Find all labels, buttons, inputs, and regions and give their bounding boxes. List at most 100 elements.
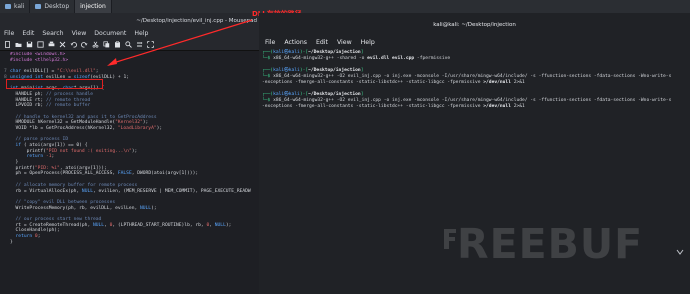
paste-icon[interactable] <box>114 41 121 48</box>
code-token: if <box>10 143 24 148</box>
scroll-down-icon[interactable] <box>676 248 684 256</box>
code-token: ); <box>151 205 157 211</box>
code-token: printf( <box>10 165 35 171</box>
terminal-menu-view[interactable]: View <box>337 39 352 46</box>
code-token: // remote thread <box>45 97 91 103</box>
code-token: CloseHandle(ph); <box>10 228 60 234</box>
terminal-output[interactable]: ┌──(kali㉿kali)-[~/Desktop/injection] └─$ … <box>259 50 690 110</box>
print-icon[interactable] <box>48 41 55 48</box>
editor-toolbar <box>0 39 259 51</box>
terminal-menu-bar: File Actions Edit View Help <box>259 37 690 48</box>
code-token: // allocate memory buffer for remote pro… <box>10 182 138 188</box>
code-token: evilDLL[] = <box>23 69 58 75</box>
code-token: // parse process ID <box>10 137 69 143</box>
code-token: #include <tlhelp32.h> <box>10 57 69 63</box>
taskbar-item-injection[interactable]: injection <box>75 0 112 13</box>
folder-icon <box>5 4 11 9</box>
code-token: return <box>10 154 46 160</box>
code-token: "C:\\evil.dll" <box>57 69 96 75</box>
terminal-token: evil.dll evil.cpp <box>367 56 415 61</box>
code-token: ph = OpenProcess(PROCESS_ALL_ACCESS, <box>10 171 118 177</box>
editor-menu-file[interactable]: File <box>4 30 14 37</box>
code-token: // remote buffer <box>45 103 91 109</box>
code-token: // process handle <box>45 91 93 97</box>
copy-icon[interactable] <box>103 41 110 48</box>
mousepad-window: ~/Desktop/injection/evil_inj.cpp - Mouse… <box>0 13 259 294</box>
taskbar-item-kali[interactable]: kali <box>0 0 31 13</box>
redo-icon[interactable] <box>81 41 88 48</box>
code-line: rb = VirtualAllocEx(ph, NULL, evilLen, (… <box>4 189 259 195</box>
terminal-menu-help[interactable]: Help <box>361 39 375 46</box>
code-token: , atoi(argv[1])); <box>59 165 107 171</box>
save-icon[interactable] <box>26 41 33 48</box>
editor-menu-search[interactable]: Search <box>42 30 63 37</box>
editor-menu-help[interactable]: Help <box>134 30 148 37</box>
find-icon[interactable] <box>125 41 132 48</box>
code-token: NULL <box>92 222 105 228</box>
code-token: // our process start new thread <box>10 216 102 222</box>
terminal-menu-file[interactable]: File <box>265 39 275 46</box>
cut-icon[interactable] <box>92 41 99 48</box>
editor-menu-edit[interactable]: Edit <box>22 30 34 37</box>
code-token: HANDLE ph; <box>10 91 46 97</box>
terminal-token: )-[ <box>299 92 309 97</box>
watermark-text: REEBUF <box>457 220 644 268</box>
editor-menu-bar: File Edit Search View Document Help <box>0 28 259 39</box>
terminal-title: kali@kali: ~/Desktop/injection <box>433 22 516 28</box>
replace-icon[interactable] <box>136 41 143 48</box>
editor-title-bar: ~/Desktop/injection/evil_inj.cpp - Mouse… <box>0 13 259 28</box>
folder-icon <box>35 4 42 9</box>
terminal-menu-actions[interactable]: Actions <box>284 39 307 46</box>
save-as-icon[interactable] <box>37 41 44 48</box>
terminal-token: ] <box>360 68 364 73</box>
code-token: , (LPTHREAD_START_ROUTINE)lb, rb, <box>112 222 207 228</box>
terminal-title-bar: kali@kali: ~/Desktop/injection <box>259 13 690 37</box>
terminal-token: >/dev/null <box>483 80 511 85</box>
terminal-token: ] <box>360 92 364 97</box>
taskbar: kali Desktop injection <box>0 0 690 13</box>
terminal-token: 2>&1 <box>510 104 525 109</box>
code-token: NULL <box>81 188 93 194</box>
code-token: "LoadLibraryA" <box>117 125 157 131</box>
code-token: rt = CreateRemoteThread(ph, <box>10 222 93 228</box>
editor-menu-document[interactable]: Document <box>94 30 126 37</box>
terminal-menu-edit[interactable]: Edit <box>316 39 328 46</box>
code-token: ); <box>225 222 232 228</box>
terminal-token: -fpermissive <box>414 56 451 61</box>
terminal-token: ┌──( <box>262 50 274 55</box>
terminal-token: └─$ <box>262 98 274 103</box>
open-icon[interactable] <box>15 41 22 48</box>
terminal-token: ~/Desktop/injection <box>308 68 361 73</box>
code-token: ; <box>37 234 41 239</box>
code-token: NULL <box>214 222 226 228</box>
taskbar-item-desktop[interactable]: Desktop <box>30 0 76 13</box>
code-token: "PID not found :( exiting...\n" <box>45 148 132 154</box>
code-token: LPVOID rb; <box>10 103 46 109</box>
terminal-token: )-[ <box>299 68 309 73</box>
undo-icon[interactable] <box>70 41 77 48</box>
fullscreen-icon[interactable] <box>147 41 154 48</box>
terminal-token: x86_64-w64-mingw32-g++ -shared -o <box>273 56 368 61</box>
editor-menu-view[interactable]: View <box>72 30 87 37</box>
code-token: , DWORD(atoi(argv[1]))); <box>131 171 199 177</box>
code-token: rb = VirtualAllocEx(ph, <box>10 188 82 194</box>
new-file-icon[interactable] <box>4 41 11 48</box>
terminal-token: -exceptions -fmerge-all-constants -stati… <box>262 80 484 85</box>
code-token: NULL <box>140 205 152 211</box>
terminal-token: └─$ <box>262 74 274 79</box>
code-token: printf( <box>10 148 46 154</box>
code-token: ; <box>51 154 55 160</box>
code-token: ); <box>142 120 149 126</box>
dll-path-highlight <box>6 79 103 89</box>
freebuf-logo <box>444 229 456 249</box>
terminal-token: ┌──( <box>262 68 274 73</box>
terminal-token: ~/Desktop/injection <box>308 92 361 97</box>
code-token: HANDLE rt; <box>10 97 46 103</box>
code-token: ; <box>95 69 99 75</box>
code-token: , evilLen, (MEM_RESERVE | MEM_COMMIT), P… <box>93 188 251 194</box>
close-icon[interactable] <box>59 41 66 48</box>
terminal-token: )-[ <box>299 50 309 55</box>
terminal-token: >/dev/null <box>483 104 511 109</box>
code-token: HMODULE hKernel32 = GetModuleHandle( <box>10 120 116 126</box>
code-token: // handle to kernel32 and pass it to Get… <box>10 114 157 120</box>
